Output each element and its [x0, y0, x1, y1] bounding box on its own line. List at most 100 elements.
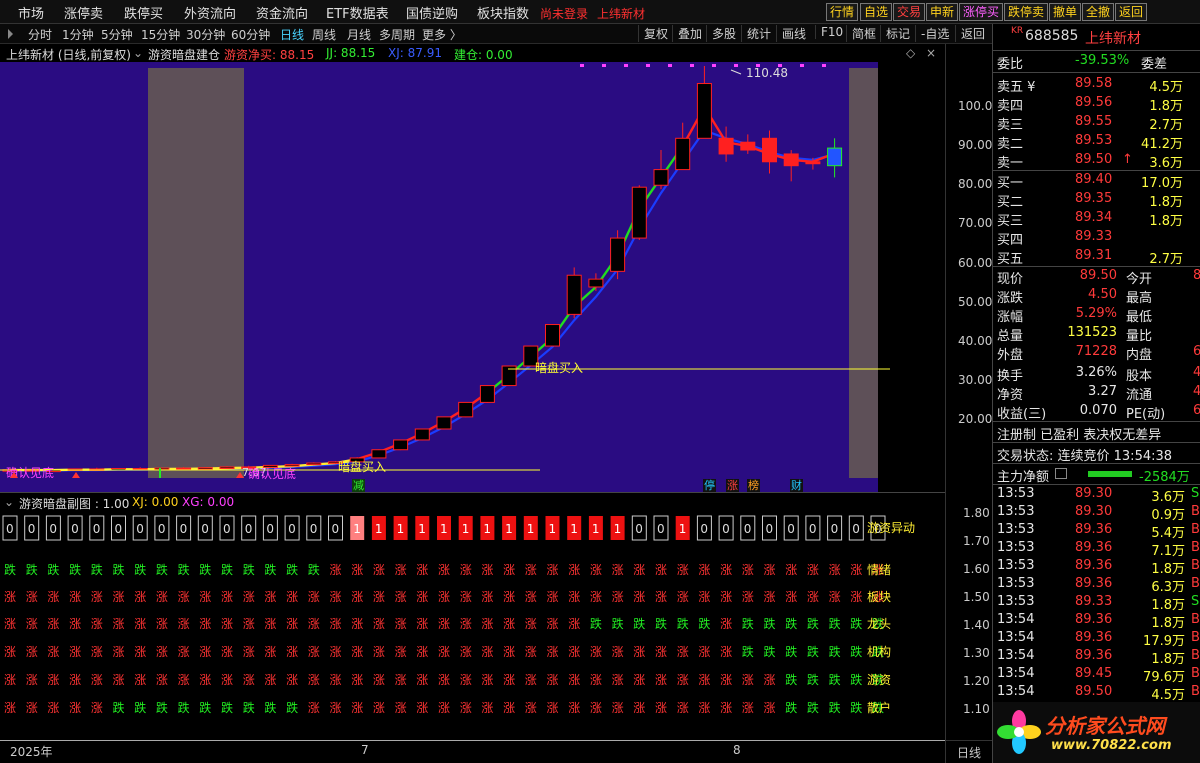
- quick-button[interactable]: 全撤: [1082, 3, 1115, 21]
- toolbar-button[interactable]: 叠加: [672, 25, 702, 42]
- abnormal-cell[interactable]: 0: [827, 515, 843, 541]
- quick-button[interactable]: 涨停买: [959, 3, 1004, 21]
- toolbar-button[interactable]: 返回: [955, 25, 985, 42]
- stock-link[interactable]: 上纬新材: [597, 5, 645, 22]
- sell-order-row[interactable]: 卖三 89.55 2.7万: [993, 113, 1200, 133]
- abnormal-cell[interactable]: 1: [588, 516, 603, 540]
- abnormal-cell[interactable]: 0: [653, 515, 669, 541]
- abnormal-cell[interactable]: 0: [45, 515, 61, 541]
- login-status[interactable]: 尚未登录: [540, 5, 588, 22]
- toolbar-button[interactable]: 画线: [776, 25, 806, 42]
- period-tab[interactable]: 多周期: [379, 26, 415, 43]
- quick-button[interactable]: 自选: [860, 3, 893, 21]
- candle[interactable]: [414, 428, 430, 441]
- candle[interactable]: [197, 467, 213, 470]
- abnormal-cell[interactable]: 1: [523, 516, 538, 540]
- candle[interactable]: [393, 439, 409, 451]
- candle[interactable]: [371, 449, 387, 459]
- abnormal-cell[interactable]: 0: [262, 515, 278, 541]
- grid-icon[interactable]: [1055, 468, 1067, 479]
- sub-chart-svg[interactable]: 0000000000000000111111111111100100000000…: [0, 510, 945, 740]
- abnormal-cell[interactable]: 1: [545, 516, 560, 540]
- abnormal-cell[interactable]: 0: [67, 515, 83, 541]
- menu-item[interactable]: 市场: [18, 3, 44, 22]
- candle[interactable]: [306, 462, 322, 466]
- abnormal-cell[interactable]: 1: [415, 516, 430, 540]
- abnormal-cell[interactable]: 0: [718, 515, 734, 541]
- candle[interactable]: [545, 324, 560, 347]
- abnormal-cell[interactable]: 1: [393, 516, 408, 540]
- quick-button[interactable]: 撤单: [1049, 3, 1082, 21]
- period-tab[interactable]: 15分钟: [141, 26, 180, 43]
- menu-item[interactable]: 板块指数: [477, 3, 529, 22]
- period-tab[interactable]: 60分钟: [231, 26, 270, 43]
- menu-item[interactable]: 跌停买: [124, 3, 163, 22]
- abnormal-cell[interactable]: 0: [154, 515, 170, 541]
- buy-order-row[interactable]: 买四 89.33: [993, 228, 1200, 248]
- abnormal-cell[interactable]: 0: [241, 515, 257, 541]
- menu-item[interactable]: 外资流向: [184, 3, 236, 22]
- abnormal-cell[interactable]: 0: [2, 515, 18, 541]
- abnormal-cell[interactable]: 0: [805, 515, 821, 541]
- period-tab[interactable]: 日线: [280, 26, 304, 43]
- close-icon[interactable]: ×: [926, 46, 936, 60]
- period-tab[interactable]: 30分钟: [186, 26, 225, 43]
- price-chart-svg[interactable]: 暗盘买入暗盘买入110.487.07确认见底 确认见底停涨榜财减: [0, 62, 945, 492]
- abnormal-cell[interactable]: 0: [631, 515, 647, 541]
- menu-item[interactable]: ETF数据表: [326, 3, 389, 22]
- sell-order-row[interactable]: 卖四 89.56 1.8万: [993, 94, 1200, 114]
- abnormal-cell[interactable]: 1: [458, 516, 473, 540]
- quick-button[interactable]: 交易: [893, 3, 926, 21]
- quick-button[interactable]: 返回: [1115, 3, 1148, 21]
- toolbar-button[interactable]: -自选: [915, 25, 949, 42]
- abnormal-cell[interactable]: 0: [696, 515, 712, 541]
- candle[interactable]: [154, 467, 170, 471]
- period-tab[interactable]: 1分钟: [62, 26, 94, 43]
- abnormal-cell[interactable]: 0: [24, 515, 40, 541]
- period-button[interactable]: 日线: [945, 740, 992, 763]
- toolbar-button[interactable]: 多股: [706, 25, 736, 42]
- indicator-toggle-icon[interactable]: ⌄: [133, 46, 143, 60]
- period-tab[interactable]: 5分钟: [101, 26, 133, 43]
- abnormal-cell[interactable]: 0: [176, 515, 192, 541]
- sell-order-row[interactable]: 卖五 ¥ 89.58 4.5万: [993, 75, 1200, 95]
- period-tab[interactable]: 分时: [28, 26, 52, 43]
- abnormal-cell[interactable]: 0: [197, 515, 213, 541]
- quick-button[interactable]: 申新: [926, 3, 959, 21]
- buy-order-row[interactable]: 买一 89.40 17.0万: [993, 171, 1200, 191]
- abnormal-cell[interactable]: 1: [610, 516, 625, 540]
- candle[interactable]: [610, 230, 626, 280]
- abnormal-cell[interactable]: 1: [567, 516, 582, 540]
- toolbar-button[interactable]: F10: [815, 25, 843, 39]
- abnormal-cell[interactable]: 0: [306, 515, 322, 541]
- abnormal-cell[interactable]: 0: [111, 515, 126, 541]
- abnormal-cell[interactable]: 0: [328, 515, 343, 541]
- period-tab[interactable]: 更多 〉: [422, 26, 462, 43]
- abnormal-cell[interactable]: 0: [740, 515, 756, 541]
- toolbar-button[interactable]: 标记: [880, 25, 910, 42]
- period-tab[interactable]: 周线: [312, 26, 336, 43]
- abnormal-cell[interactable]: 0: [89, 515, 105, 541]
- sell-order-row[interactable]: 卖二 89.53 41.2万: [993, 132, 1200, 152]
- abnormal-cell[interactable]: 0: [783, 515, 799, 541]
- quick-button[interactable]: 跌停卖: [1004, 3, 1049, 21]
- diamond-icon[interactable]: ◇: [906, 46, 915, 60]
- abnormal-cell[interactable]: 0: [219, 515, 235, 541]
- sell-order-row[interactable]: 卖一 89.50 ↑ 3.6万: [993, 151, 1200, 171]
- buy-order-row[interactable]: 买三 89.34 1.8万: [993, 209, 1200, 229]
- abnormal-cell[interactable]: 0: [762, 515, 777, 541]
- main-price-chart[interactable]: 暗盘买入 暗盘买入 110.48 7.07 确认见底 确认见底停涨榜财减: [0, 62, 945, 492]
- toolbar-button[interactable]: 统计: [741, 25, 771, 42]
- play-icon[interactable]: [8, 29, 13, 39]
- candle[interactable]: [458, 401, 474, 418]
- candle[interactable]: [479, 385, 495, 403]
- indicator-name[interactable]: 游资暗盘建仓: [148, 46, 220, 63]
- toolbar-button[interactable]: 复权: [638, 25, 668, 42]
- toolbar-button[interactable]: 简框: [846, 25, 876, 42]
- sub-toggle-icon[interactable]: ⌄: [4, 495, 14, 509]
- abnormal-cell[interactable]: 0: [848, 515, 864, 541]
- buy-order-row[interactable]: 买五 89.31 2.7万: [993, 247, 1200, 267]
- abnormal-cell[interactable]: 1: [437, 516, 451, 540]
- abnormal-cell[interactable]: 0: [132, 515, 148, 541]
- abnormal-cell[interactable]: 1: [371, 516, 386, 540]
